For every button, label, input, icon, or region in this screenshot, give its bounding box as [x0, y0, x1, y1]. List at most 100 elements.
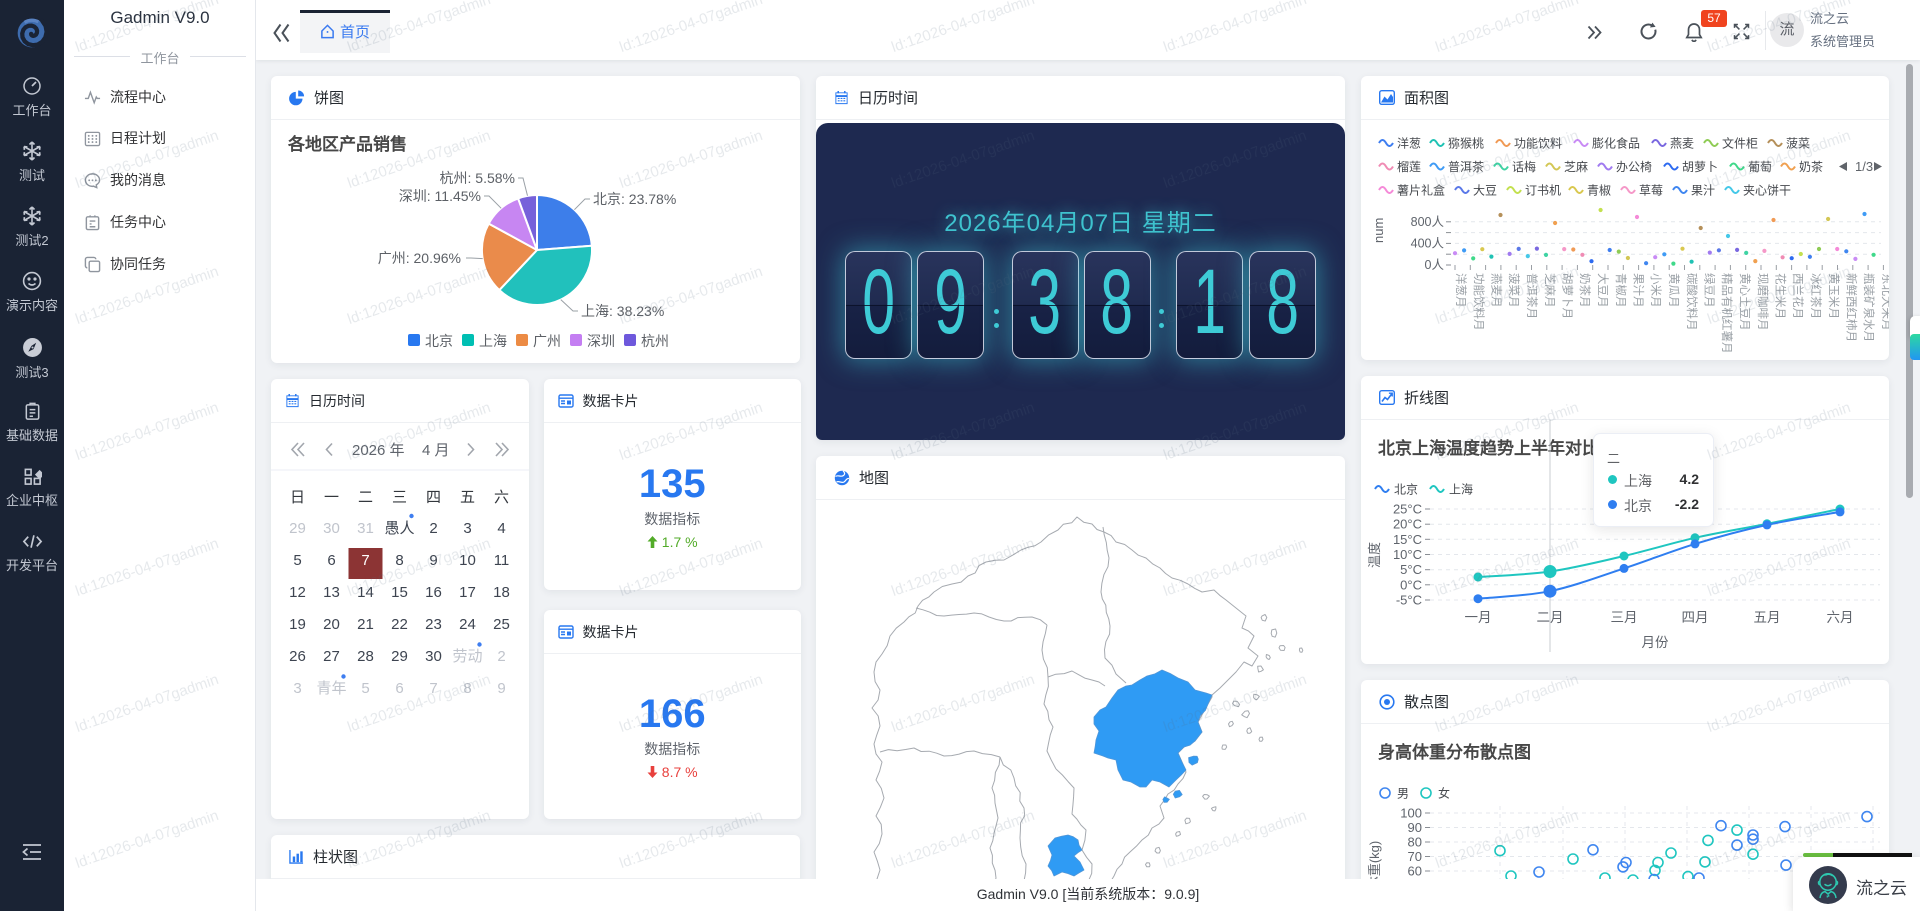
svg-text:菠菜: 菠菜 [1786, 137, 1810, 151]
svg-text:一: 一 [324, 489, 339, 506]
svg-text:草莓: 草莓 [1639, 184, 1663, 198]
svg-text:猕猴桃: 猕猴桃 [1448, 136, 1484, 151]
svg-text:14: 14 [357, 584, 374, 601]
svg-text:五: 五 [460, 489, 475, 506]
svg-text:奶茶月: 奶茶月 [1578, 273, 1592, 308]
svg-text:4: 4 [497, 520, 505, 537]
svg-text:体重(kg): 体重(kg) [1367, 841, 1382, 879]
svg-text:日: 日 [290, 489, 305, 506]
svg-text:25°C: 25°C [1393, 502, 1422, 517]
svg-text:30: 30 [425, 648, 442, 665]
svg-text:芝麻月: 芝麻月 [1543, 273, 1557, 308]
svg-text:男: 男 [1397, 787, 1409, 801]
svg-text:黄玉米月: 黄玉米月 [1827, 273, 1841, 319]
svg-text:24: 24 [459, 616, 476, 633]
svg-text:16: 16 [425, 584, 442, 601]
svg-text:15°C: 15°C [1393, 532, 1422, 547]
svg-text:1/3: 1/3 [1855, 159, 1873, 174]
svg-text:六月: 六月 [1827, 610, 1854, 625]
svg-text:15: 15 [391, 584, 408, 601]
svg-text:青椒: 青椒 [1587, 184, 1611, 198]
svg-text:20: 20 [323, 616, 340, 633]
svg-text:葡萄: 葡萄 [1748, 160, 1772, 174]
svg-text:膨化食品: 膨化食品 [1592, 136, 1640, 151]
svg-text:五月: 五月 [1754, 610, 1781, 625]
svg-text:上海: 38.23%: 上海: 38.23% [581, 303, 664, 319]
svg-text:25: 25 [493, 616, 510, 633]
svg-text:上海: 上海 [1449, 482, 1473, 497]
svg-text:800人: 800人 [1411, 215, 1445, 229]
svg-text:芝麻: 芝麻 [1564, 159, 1588, 174]
svg-text:13: 13 [323, 584, 340, 601]
svg-text:28: 28 [357, 648, 374, 665]
svg-text:洋葱月: 洋葱月 [1454, 273, 1468, 308]
svg-text:一月: 一月 [1465, 610, 1492, 625]
svg-text:洋葱: 洋葱 [1397, 136, 1421, 151]
svg-text:现磨咖啡月: 现磨咖啡月 [1756, 273, 1770, 331]
svg-text:功能饮料月: 功能饮料月 [1472, 273, 1486, 331]
svg-text:北京: 23.78%: 北京: 23.78% [593, 191, 676, 207]
svg-text:30: 30 [323, 520, 340, 537]
svg-text:新鲜西红柿月: 新鲜西红柿月 [1844, 273, 1858, 342]
svg-text:精品有机红薯月: 精品有机红薯月 [1720, 273, 1734, 354]
svg-text:胡萝卜月: 胡萝卜月 [1560, 273, 1574, 319]
svg-text:9: 9 [429, 552, 437, 569]
svg-text:23: 23 [425, 616, 442, 633]
svg-text:深圳: 11.45%: 深圳: 11.45% [399, 188, 481, 204]
svg-text:8: 8 [463, 680, 471, 697]
svg-text:18: 18 [493, 584, 510, 601]
svg-text:话梅: 话梅 [1512, 159, 1536, 174]
svg-text:20°C: 20°C [1393, 517, 1422, 532]
svg-text:文件柜: 文件柜 [1722, 136, 1758, 151]
svg-text:六: 六 [494, 489, 509, 506]
svg-text:燕麦: 燕麦 [1670, 137, 1694, 151]
svg-text:二: 二 [358, 489, 373, 506]
svg-text:胡萝卜: 胡萝卜 [1682, 160, 1718, 174]
svg-text:小米月: 小米月 [1649, 273, 1662, 308]
svg-text:花生米月: 花生米月 [1773, 273, 1787, 319]
svg-text:大豆: 大豆 [1473, 184, 1497, 198]
svg-text:瓶装矿泉水月: 瓶装矿泉水月 [1862, 273, 1876, 342]
svg-text:2026 年: 2026 年 [352, 442, 405, 459]
svg-text:5: 5 [293, 552, 301, 569]
svg-text:黄瓜月: 黄瓜月 [1667, 273, 1681, 308]
svg-text:0°C: 0°C [1400, 577, 1422, 592]
svg-text:北京: 北京 [1394, 483, 1418, 497]
svg-text:东北大米月: 东北大米月 [1880, 273, 1889, 331]
svg-text:400人: 400人 [1411, 237, 1445, 251]
svg-text:青椒月: 青椒月 [1614, 273, 1628, 308]
svg-text:果汁月: 果汁月 [1631, 273, 1644, 308]
svg-text:21: 21 [357, 616, 374, 633]
svg-text:夹心饼干: 夹心饼干 [1743, 184, 1791, 198]
svg-text:90: 90 [1408, 820, 1422, 835]
svg-text:杭州: 5.58%: 杭州: 5.58% [440, 170, 515, 186]
svg-text:订书机: 订书机 [1525, 184, 1561, 198]
svg-text:黄心土豆月: 黄心土豆月 [1738, 273, 1752, 331]
svg-text:温度: 温度 [1367, 542, 1382, 568]
svg-text:杭州: 杭州 [641, 333, 669, 349]
svg-text:5°C: 5°C [1400, 562, 1422, 577]
svg-text:月份: 月份 [1642, 635, 1670, 650]
svg-text:奶茶: 奶茶 [1799, 159, 1823, 174]
svg-text:西兰花月: 西兰花月 [1791, 273, 1804, 319]
svg-text:8: 8 [395, 552, 403, 569]
svg-text:劳动: 劳动 [452, 648, 482, 665]
svg-text:27: 27 [323, 648, 340, 665]
svg-text:青年: 青年 [316, 680, 346, 697]
svg-text:12: 12 [289, 584, 306, 601]
svg-text:普洱茶: 普洱茶 [1448, 159, 1484, 174]
svg-text:身高体重分布散点图: 身高体重分布散点图 [1378, 742, 1531, 762]
svg-text:100: 100 [1400, 806, 1422, 821]
svg-text:功能饮料: 功能饮料 [1514, 137, 1562, 151]
svg-text:女: 女 [1438, 786, 1450, 801]
svg-text:26: 26 [289, 648, 306, 665]
svg-text:29: 29 [289, 520, 306, 537]
svg-text:num: num [1371, 218, 1386, 243]
svg-text:3: 3 [463, 520, 471, 537]
svg-text:菠菜月: 菠菜月 [1507, 273, 1520, 308]
svg-text:19: 19 [289, 616, 306, 633]
svg-text:愚人: 愚人 [384, 520, 414, 537]
svg-text:上海: 上海 [479, 333, 507, 349]
svg-text:31: 31 [357, 520, 374, 537]
svg-text:0人: 0人 [1425, 258, 1445, 272]
